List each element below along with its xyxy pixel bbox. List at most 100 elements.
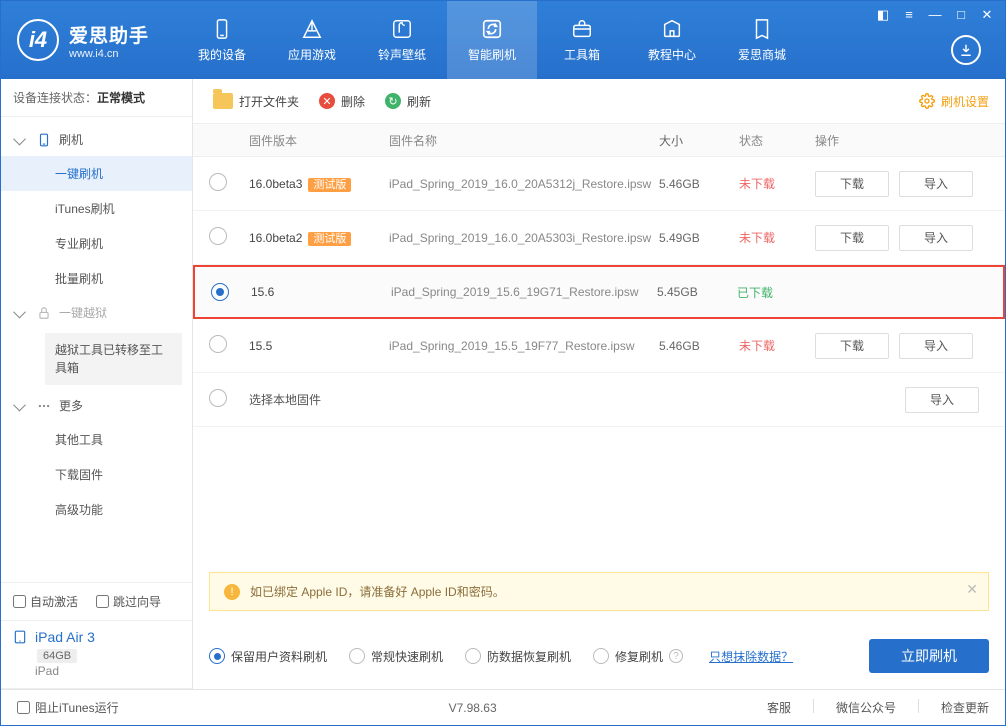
sidebar-item-flash-1[interactable]: iTunes刷机	[1, 191, 192, 226]
refresh-button[interactable]: ↻刷新	[381, 91, 435, 112]
table-header: 固件版本 固件名称 大小 状态 操作	[193, 123, 1005, 157]
sidebar-group-flash[interactable]: 刷机	[1, 123, 192, 156]
select-local-label: 选择本地固件	[249, 391, 809, 408]
sidebar-item-more-0[interactable]: 其他工具	[1, 422, 192, 457]
skin-icon[interactable]: ◧	[875, 7, 891, 23]
firmware-radio[interactable]	[209, 227, 227, 245]
main-panel: 打开文件夹 ✕删除 ↻刷新 刷机设置 固件版本 固件名称 大小 状态 操作 16…	[193, 79, 1005, 689]
device-status-value: 正常模式	[97, 91, 145, 105]
download-button[interactable]: 下载	[815, 333, 889, 359]
topnav-icon-4	[571, 18, 593, 40]
topnav-icon-6	[751, 18, 773, 40]
sidebar-group-jailbreak[interactable]: 一键越狱	[1, 296, 192, 329]
import-button[interactable]: 导入	[899, 171, 973, 197]
topnav-item-5[interactable]: 教程中心	[627, 1, 717, 79]
select-local-row[interactable]: 选择本地固件 导入	[193, 373, 1005, 427]
sidebar-item-more-2[interactable]: 高级功能	[1, 492, 192, 527]
firmware-filename: iPad_Spring_2019_16.0_20A5303i_Restore.i…	[389, 231, 659, 245]
warning-icon: !	[224, 584, 240, 600]
minimize-icon[interactable]: —	[927, 7, 943, 23]
firmware-size: 5.46GB	[659, 339, 739, 353]
topnav-item-2[interactable]: 铃声壁纸	[357, 1, 447, 79]
open-folder-button[interactable]: 打开文件夹	[209, 91, 303, 112]
firmware-row[interactable]: 15.6 iPad_Spring_2019_15.6_19G71_Restore…	[193, 265, 1005, 319]
erase-only-link[interactable]: 只想抹除数据？	[709, 648, 793, 665]
firmware-version: 15.5	[249, 339, 272, 353]
support-link[interactable]: 客服	[767, 699, 791, 716]
sidebar-item-flash-3[interactable]: 批量刷机	[1, 261, 192, 296]
notice-close-icon[interactable]: ✕	[966, 581, 978, 598]
app-header: i4 爱思助手 www.i4.cn 我的设备应用游戏铃声壁纸智能刷机工具箱教程中…	[1, 1, 1005, 79]
close-icon[interactable]: ✕	[979, 7, 995, 23]
wechat-link[interactable]: 微信公众号	[836, 699, 896, 716]
firmware-radio[interactable]	[211, 283, 229, 301]
check-update-link[interactable]: 检查更新	[941, 699, 989, 716]
firmware-row[interactable]: 16.0beta2测试版 iPad_Spring_2019_16.0_20A53…	[193, 211, 1005, 265]
help-icon[interactable]: ?	[669, 649, 683, 663]
topnav-item-1[interactable]: 应用游戏	[267, 1, 357, 79]
auto-activate-checkbox[interactable]: 自动激活	[13, 593, 78, 610]
topnav-item-0[interactable]: 我的设备	[177, 1, 267, 79]
download-button[interactable]: 下载	[815, 225, 889, 251]
jailbreak-note: 越狱工具已转移至工具箱	[45, 333, 182, 385]
flash-options: 保留用户资料刷机 常规快速刷机 防数据恢复刷机 修复刷机? 只想抹除数据？ 立即…	[193, 627, 1005, 689]
sidebar-item-flash-0[interactable]: 一键刷机	[1, 156, 192, 191]
connected-device[interactable]: iPad Air 3 64GB iPad	[1, 621, 192, 689]
import-button[interactable]: 导入	[899, 225, 973, 251]
topnav-item-3[interactable]: 智能刷机	[447, 1, 537, 79]
topnav-icon-5	[661, 18, 683, 40]
status-bar: 阻止iTunes运行 V7.98.63 客服 微信公众号 检查更新	[1, 689, 1005, 725]
lock-icon	[37, 306, 51, 320]
toolbar: 打开文件夹 ✕删除 ↻刷新 刷机设置	[193, 79, 1005, 123]
topnav-icon-0	[211, 18, 233, 40]
sidebar-group-flash-label: 刷机	[59, 131, 83, 148]
firmware-radio[interactable]	[209, 335, 227, 353]
col-size: 大小	[659, 132, 739, 149]
top-nav: 我的设备应用游戏铃声壁纸智能刷机工具箱教程中心爱思商城	[177, 1, 807, 79]
notice-text: 如已绑定 Apple ID，请准备好 Apple ID和密码。	[250, 583, 505, 600]
opt-normal[interactable]: 常规快速刷机	[349, 648, 443, 665]
topnav-item-4[interactable]: 工具箱	[537, 1, 627, 79]
download-manager-icon[interactable]	[951, 35, 981, 65]
opt-anti-recovery[interactable]: 防数据恢复刷机	[465, 648, 571, 665]
maximize-icon[interactable]: □	[953, 7, 969, 23]
firmware-status: 已下载	[737, 284, 807, 301]
firmware-row[interactable]: 15.5 iPad_Spring_2019_15.5_19F77_Restore…	[193, 319, 1005, 373]
topnav-icon-3	[481, 18, 503, 40]
sidebar-group-jailbreak-label: 一键越狱	[59, 304, 107, 321]
col-ops: 操作	[809, 132, 989, 149]
firmware-size: 5.46GB	[659, 177, 739, 191]
refresh-icon: ↻	[385, 93, 401, 109]
start-flash-button[interactable]: 立即刷机	[869, 639, 989, 673]
device-type: iPad	[35, 664, 180, 678]
flash-settings-button[interactable]: 刷机设置	[919, 93, 989, 110]
col-status: 状态	[739, 132, 809, 149]
delete-button[interactable]: ✕删除	[315, 91, 369, 112]
device-status-label: 设备连接状态：	[13, 91, 97, 105]
sidebar-item-more-1[interactable]: 下载固件	[1, 457, 192, 492]
topnav-icon-2	[391, 18, 413, 40]
menu-icon[interactable]: ≡	[901, 7, 917, 23]
firmware-filename: iPad_Spring_2019_15.6_19G71_Restore.ipsw	[391, 285, 657, 299]
firmware-radio[interactable]	[209, 173, 227, 191]
import-local-button[interactable]: 导入	[905, 387, 979, 413]
topnav-item-6[interactable]: 爱思商城	[717, 1, 807, 79]
sidebar-item-flash-2[interactable]: 专业刷机	[1, 226, 192, 261]
block-itunes-checkbox[interactable]: 阻止iTunes运行	[17, 699, 119, 716]
col-name: 固件名称	[389, 132, 659, 149]
firmware-filename: iPad_Spring_2019_16.0_20A5312j_Restore.i…	[389, 177, 659, 191]
firmware-row[interactable]: 16.0beta3测试版 iPad_Spring_2019_16.0_20A53…	[193, 157, 1005, 211]
sidebar: 设备连接状态：正常模式 刷机 一键刷机iTunes刷机专业刷机批量刷机 一键越狱…	[1, 79, 193, 689]
radio-local[interactable]	[209, 389, 227, 407]
app-logo: i4 爱思助手 www.i4.cn	[17, 19, 149, 61]
import-button[interactable]: 导入	[899, 333, 973, 359]
skip-wizard-checkbox[interactable]: 跳过向导	[96, 593, 161, 610]
app-title: 爱思助手	[69, 21, 149, 48]
download-button[interactable]: 下载	[815, 171, 889, 197]
sidebar-group-more[interactable]: 更多	[1, 389, 192, 422]
opt-repair[interactable]: 修复刷机?	[593, 648, 683, 665]
logo-icon: i4	[17, 19, 59, 61]
opt-keep-data[interactable]: 保留用户资料刷机	[209, 648, 327, 665]
firmware-status: 未下载	[739, 229, 809, 246]
device-storage-badge: 64GB	[37, 649, 77, 663]
